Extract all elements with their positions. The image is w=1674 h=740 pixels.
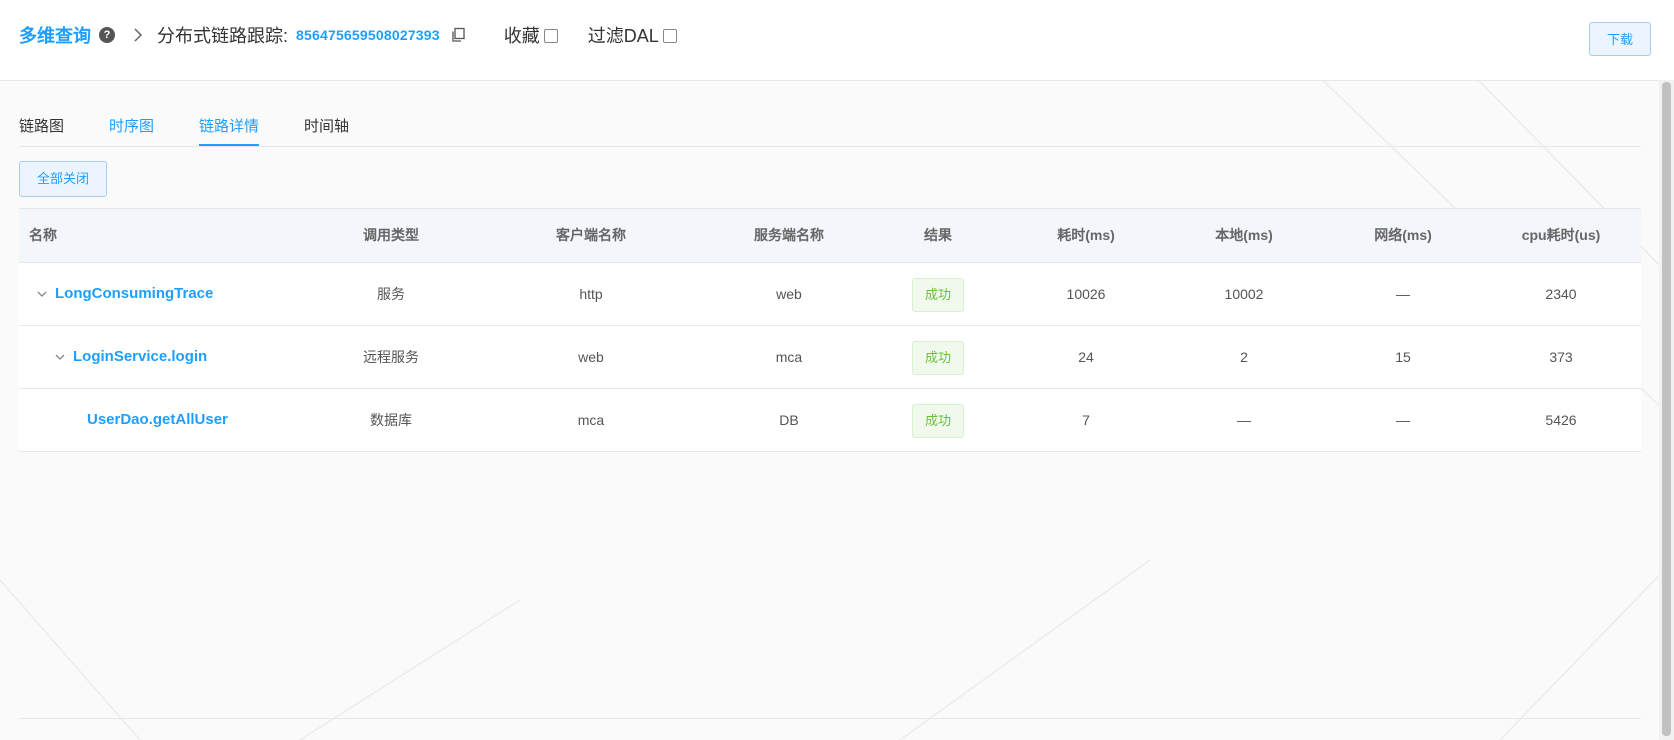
call-type-cell: 服务 (377, 286, 405, 302)
scrollbar-thumb[interactable] (1662, 82, 1671, 736)
favorite-label: 收藏 (503, 26, 540, 46)
tab-trace-details[interactable]: 链路详情 (199, 115, 260, 146)
span-name-link[interactable]: LongConsumingTrace (55, 263, 213, 325)
breadcrumb: 多维查询 ? 分布式链路跟踪: 856475659508027393 收藏 过滤… (19, 20, 677, 50)
download-button[interactable]: 下载 (1589, 22, 1651, 56)
table-header: 名称 调用类型 客户端名称 服务端名称 结果 耗时(ms) 本地(ms) 网络(… (19, 208, 1641, 263)
tab-bar: 链路图 时序图 链路详情 时间轴 (19, 104, 1641, 147)
help-icon[interactable]: ? (99, 27, 115, 43)
favorite-checkbox[interactable] (543, 29, 558, 43)
trace-id[interactable]: 856475659508027393 (296, 27, 440, 43)
table-row[interactable]: LoginService.login 远程服务 web mca 成功 24 2 … (19, 326, 1641, 389)
table-row[interactable]: UserDao.getAllUser 数据库 mca DB 成功 7 — — 5… (19, 389, 1641, 452)
client-cell: mca (577, 412, 605, 428)
status-badge: 成功 (912, 278, 964, 313)
server-cell: DB (779, 412, 799, 428)
name-cell: LoginService.login (53, 326, 293, 388)
column-header-call-type[interactable]: 调用类型 (291, 209, 491, 262)
client-cell: web (578, 349, 604, 365)
call-type-cell: 远程服务 (363, 349, 419, 365)
vertical-scrollbar[interactable] (1659, 80, 1674, 740)
column-header-client[interactable]: 客户端名称 (491, 209, 691, 262)
name-cell: UserDao.getAllUser (87, 389, 307, 451)
chevron-right-icon (134, 28, 143, 42)
cpu-cell: 2340 (1545, 286, 1577, 302)
call-type-cell: 数据库 (370, 412, 412, 428)
status-badge: 成功 (912, 404, 964, 439)
span-name-link[interactable]: LoginService.login (73, 326, 207, 388)
span-name-link[interactable]: UserDao.getAllUser (87, 389, 228, 451)
favorite-option: 收藏 (504, 22, 558, 48)
caret-down-icon[interactable] (53, 350, 67, 364)
tab-sequence-diagram[interactable]: 时序图 (109, 115, 154, 144)
column-header-server[interactable]: 服务端名称 (689, 209, 889, 262)
collapse-all-button[interactable]: 全部关闭 (19, 161, 107, 197)
table-row[interactable]: LongConsumingTrace 服务 http web 成功 10026 … (19, 263, 1641, 326)
copy-icon[interactable] (450, 27, 466, 43)
tab-link-graph[interactable]: 链路图 (19, 115, 64, 144)
server-cell: mca (775, 349, 803, 365)
name-cell: LongConsumingTrace (35, 263, 285, 325)
trace-details-table: 名称 调用类型 客户端名称 服务端名称 结果 耗时(ms) 本地(ms) 网络(… (19, 208, 1641, 452)
caret-down-icon[interactable] (35, 287, 49, 301)
top-bar: 多维查询 ? 分布式链路跟踪: 856475659508027393 收藏 过滤… (0, 0, 1674, 81)
filter-dal-option: 过滤DAL (588, 22, 677, 48)
column-header-name[interactable]: 名称 (29, 209, 229, 262)
page-title: 分布式链路跟踪: (157, 26, 289, 46)
client-cell: http (579, 286, 603, 302)
server-cell: web (776, 286, 802, 302)
cpu-cell: 373 (1549, 349, 1573, 365)
filter-dal-label: 过滤DAL (587, 26, 659, 46)
cpu-cell: 5426 (1545, 412, 1577, 428)
tab-timeline[interactable]: 时间轴 (304, 115, 349, 144)
column-header-cpu[interactable]: cpu耗时(us) (1461, 209, 1661, 262)
table-bottom-divider (19, 718, 1641, 719)
status-badge: 成功 (912, 341, 964, 376)
filter-dal-checkbox[interactable] (662, 29, 677, 43)
breadcrumb-root-link[interactable]: 多维查询 (19, 22, 91, 48)
